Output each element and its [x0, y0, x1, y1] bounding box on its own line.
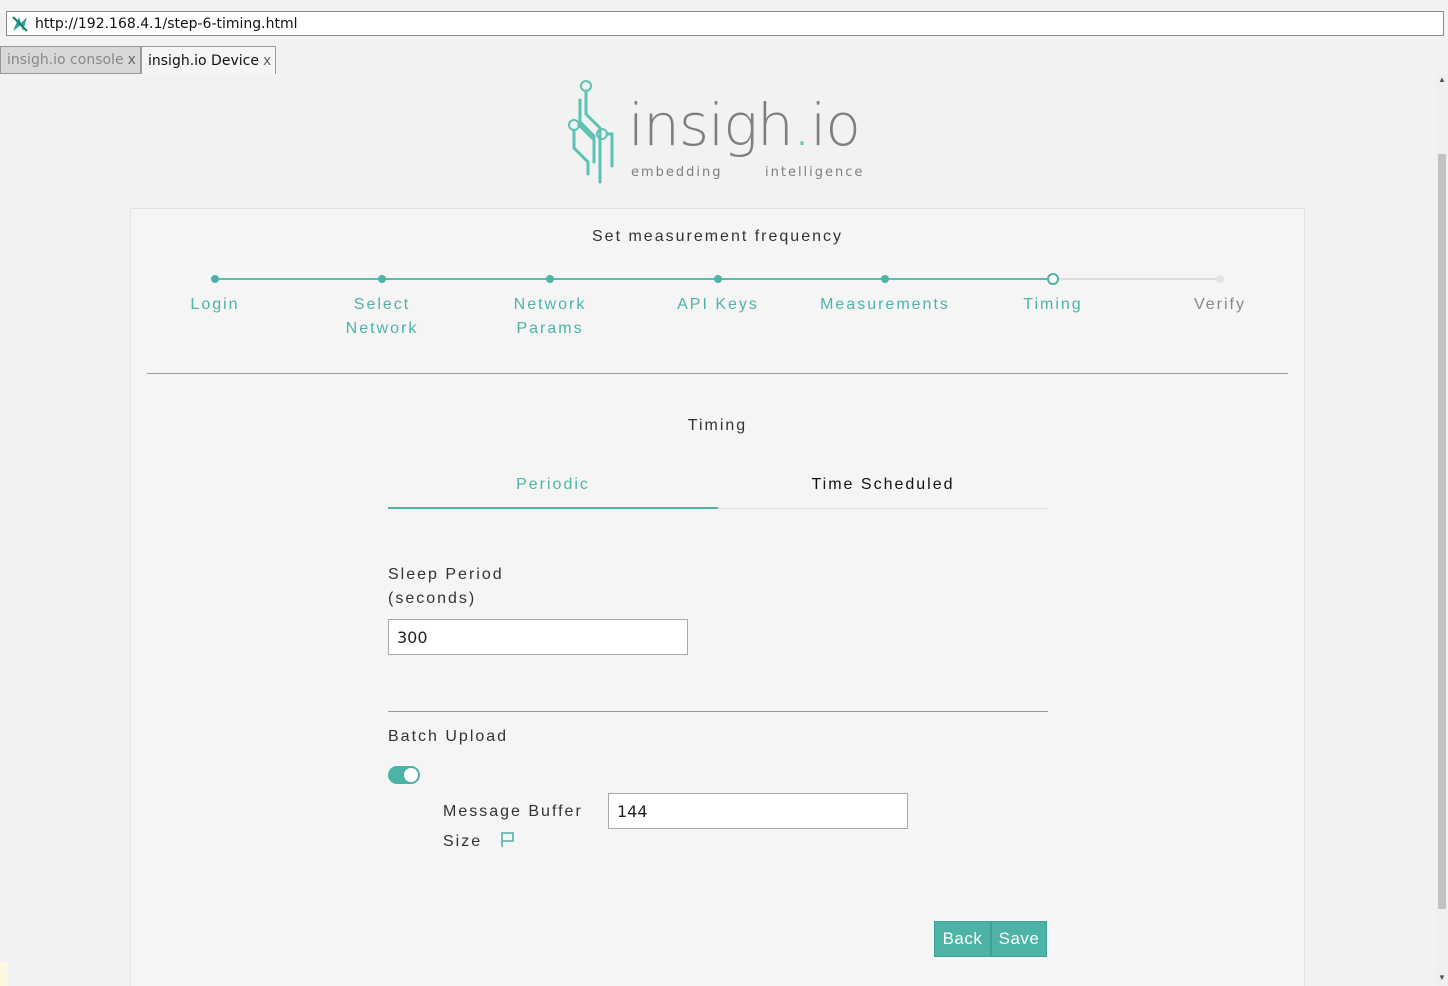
- step-label-measurements[interactable]: Measurements: [805, 293, 965, 317]
- stepper-remaining-line: [1053, 278, 1221, 280]
- scroll-down-icon[interactable]: ▼: [1438, 974, 1446, 982]
- circuit-logo-icon: [568, 80, 614, 184]
- tab-label: insigh.io console: [7, 52, 124, 68]
- setup-card: Set measurement frequency Login Select N…: [130, 208, 1305, 986]
- batch-divider: [388, 711, 1048, 712]
- scroll-up-icon[interactable]: ▲: [1438, 76, 1446, 84]
- page-viewport: insigh.io embedding intelligence Set mea…: [0, 74, 1436, 986]
- tab-label: insigh.io Device: [148, 52, 259, 69]
- header-divider: [147, 373, 1288, 374]
- close-icon[interactable]: x: [128, 52, 136, 68]
- step-label-network-params[interactable]: Network Params: [500, 293, 600, 341]
- step-dot-login: [211, 275, 219, 283]
- sleep-period-label: Sleep Period (seconds): [388, 566, 504, 607]
- timing-mode-tabs: Periodic Time Scheduled: [388, 467, 1048, 509]
- address-bar-area: http://192.168.4.1/step-6-timing.html: [0, 0, 1448, 46]
- close-icon[interactable]: x: [263, 53, 271, 69]
- page-scrollbar[interactable]: ▲ ▼: [1436, 74, 1448, 986]
- batch-upload-toggle[interactable]: [388, 766, 420, 784]
- tab-device[interactable]: insigh.io Device x: [141, 46, 276, 74]
- tab-time-scheduled[interactable]: Time Scheduled: [718, 467, 1048, 509]
- tab-strip: insigh.io console x insigh.io Device x: [0, 46, 276, 74]
- step-dot-measurements: [881, 275, 889, 283]
- site-icon: [11, 15, 29, 33]
- step-label-verify: Verify: [1193, 296, 1246, 313]
- logo-wordmark: insigh.io: [628, 91, 861, 159]
- step-dot-network-params: [546, 275, 554, 283]
- logo-tagline-right: intelligence: [765, 165, 865, 180]
- insighio-logo: insigh.io embedding intelligence: [566, 78, 876, 186]
- scroll-thumb[interactable]: [1438, 154, 1446, 909]
- step-label-login[interactable]: Login: [145, 293, 285, 317]
- page-title: Set measurement frequency: [592, 228, 843, 245]
- tab-periodic[interactable]: Periodic: [388, 467, 718, 509]
- save-button[interactable]: Save: [991, 921, 1047, 957]
- page-edge-marker: [0, 962, 8, 986]
- url-text[interactable]: http://192.168.4.1/step-6-timing.html: [35, 16, 298, 32]
- message-buffer-input[interactable]: [608, 793, 908, 829]
- sleep-period-input[interactable]: [388, 619, 688, 655]
- step-dot-timing: [1047, 273, 1059, 285]
- step-dot-select-network: [378, 275, 386, 283]
- step-label-select-network[interactable]: Select Network: [332, 293, 432, 341]
- step-dot-api-keys: [714, 275, 722, 283]
- back-button[interactable]: Back: [934, 921, 991, 957]
- flag-icon[interactable]: [500, 832, 516, 848]
- wizard-stepper: Login Select Network Network Params API …: [131, 269, 1304, 349]
- address-bar[interactable]: http://192.168.4.1/step-6-timing.html: [6, 11, 1444, 36]
- stepper-progress-line: [215, 278, 1053, 280]
- batch-upload-label: Batch Upload: [388, 728, 509, 745]
- toggle-knob: [404, 768, 418, 782]
- step-label-api-keys[interactable]: API Keys: [648, 293, 788, 317]
- step-dot-verify: [1216, 275, 1224, 283]
- tab-console[interactable]: insigh.io console x: [0, 46, 141, 74]
- section-title: Timing: [687, 417, 748, 434]
- logo-tagline-left: embedding: [631, 165, 723, 180]
- step-label-timing[interactable]: Timing: [983, 293, 1123, 317]
